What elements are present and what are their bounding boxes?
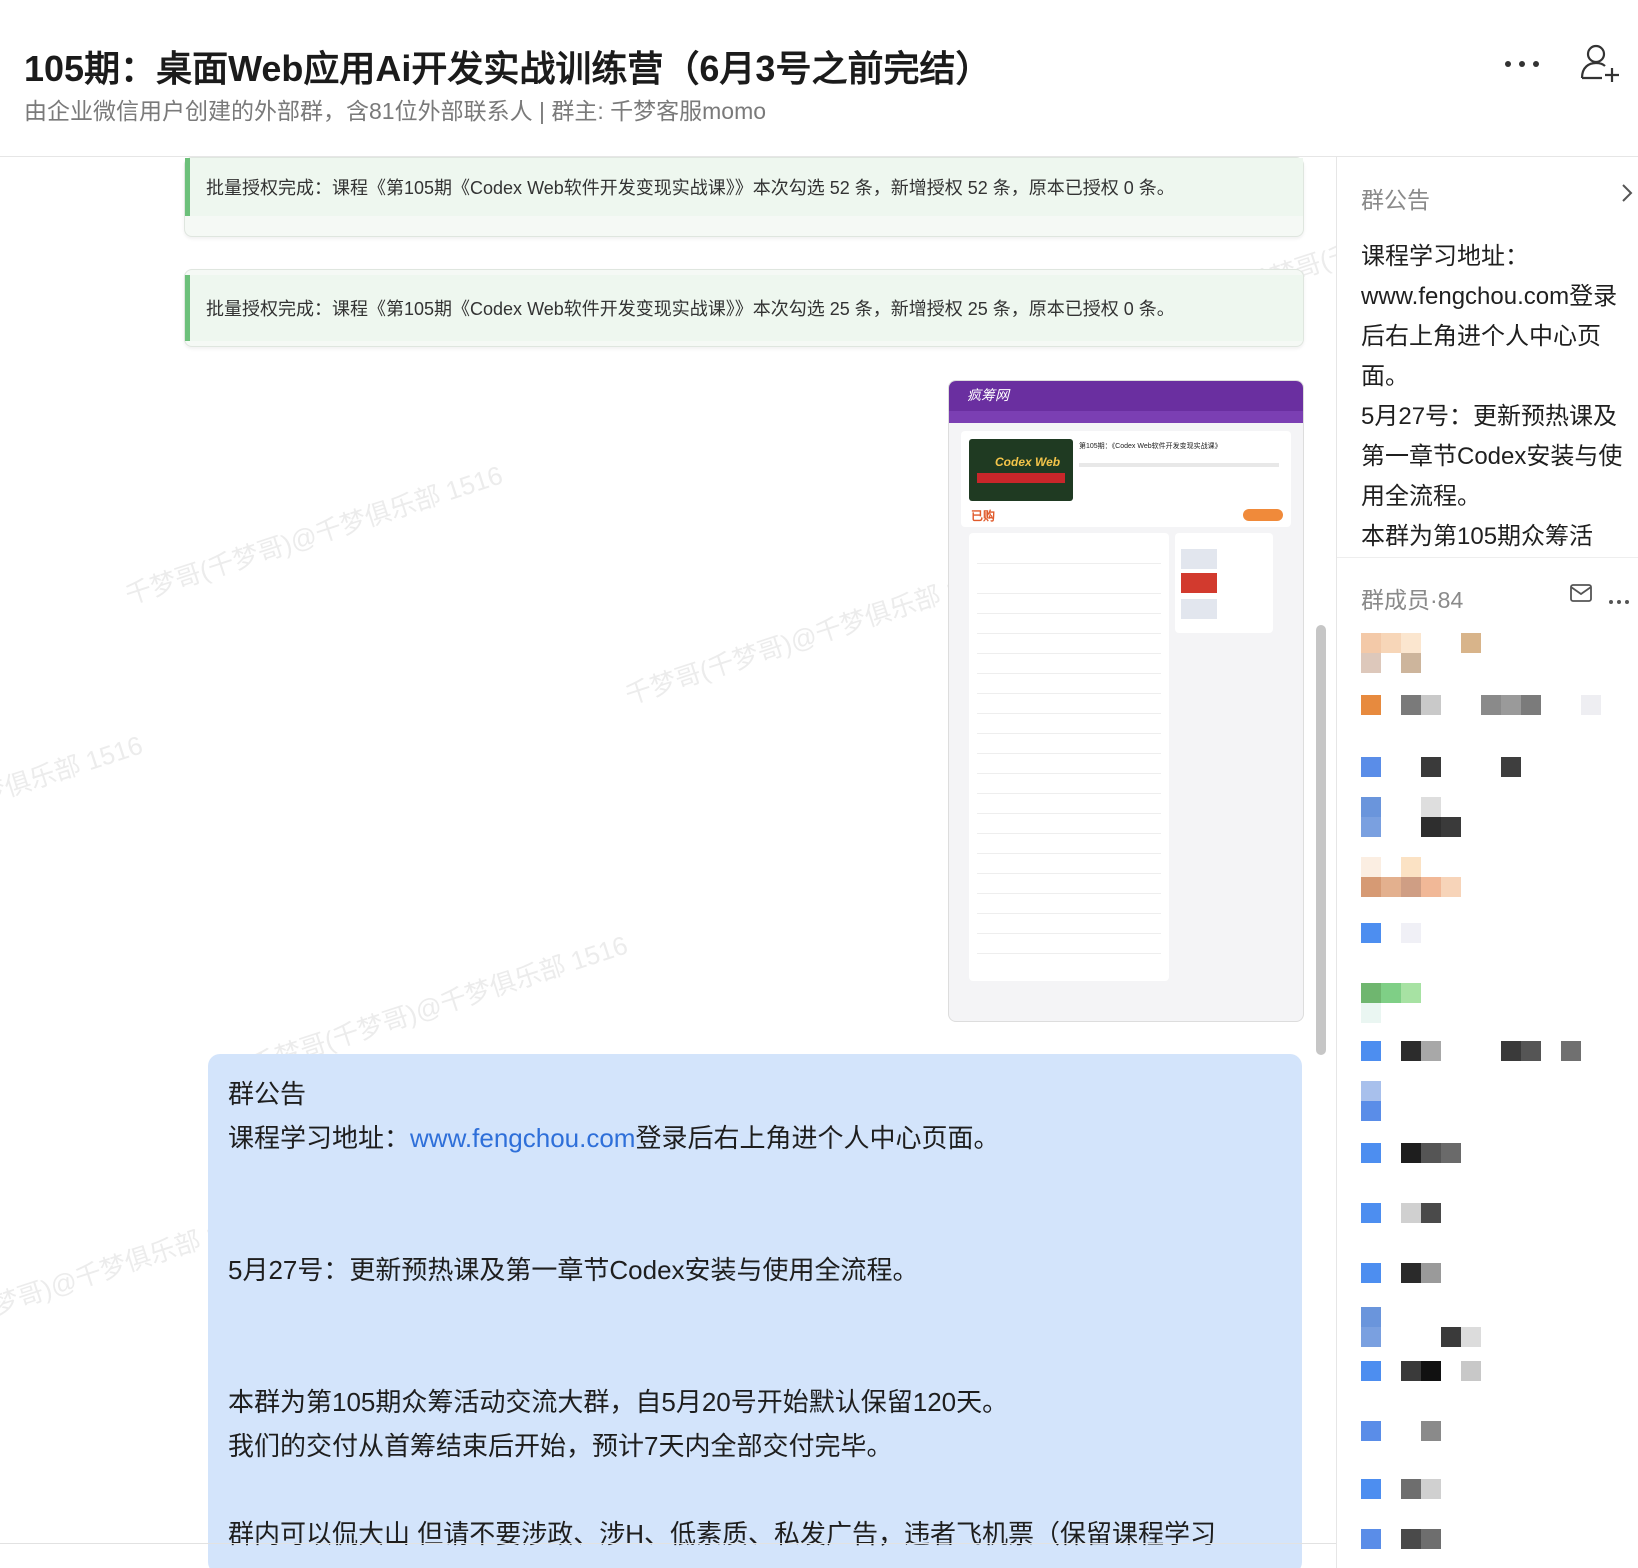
announcement-label: 群公告: [1361, 187, 1430, 213]
member-avatar[interactable]: [1361, 1143, 1631, 1183]
announcement-preview[interactable]: 课程学习地址： www.fengchou.com登录后右上角进个人中心页面。 5…: [1361, 237, 1633, 557]
site-navbar: 疯筹网: [949, 381, 1303, 411]
course-link[interactable]: www.fengchou.com: [410, 1123, 635, 1153]
banner-text: Codex Web: [995, 455, 1061, 469]
system-message: 批量授权完成：课程《第105期《Codex Web软件开发变现实战课》》本次勾选…: [184, 269, 1304, 347]
course-banner: Codex Web: [969, 439, 1073, 501]
more-dots-icon[interactable]: [1498, 44, 1546, 84]
more-dots-icon[interactable]: [1609, 591, 1635, 604]
site-logo: 疯筹网: [967, 387, 1009, 403]
system-message: 批量授权完成：课程《第105期《Codex Web软件开发变现实战课》》本次勾选…: [184, 157, 1304, 237]
member-avatar[interactable]: [1361, 1421, 1631, 1461]
watermark: 千梦哥(千梦哥)@千梦俱乐部 1516: [121, 459, 507, 611]
members-count: ·84: [1430, 587, 1464, 613]
course-title: 第105期：《Codex Web软件开发变现实战课》: [1079, 443, 1222, 450]
member-avatar[interactable]: [1361, 857, 1631, 897]
purchased-badge: 已购: [971, 509, 996, 523]
notice-line-4: 我们的交付从首筹结束后开始，预计7天内全部交付完毕。: [228, 1431, 893, 1461]
member-avatar[interactable]: [1361, 1529, 1631, 1568]
recommend-list: [1175, 533, 1273, 633]
notice-line-1-prefix: 课程学习地址：: [228, 1123, 411, 1153]
system-message-text: 批量授权完成：课程《第105期《Codex Web软件开发变现实战课》》本次勾选…: [185, 275, 1303, 341]
notice-line-1-suffix: 登录后右上角进个人中心页面。: [635, 1123, 1000, 1153]
notice-line-5: 群内可以侃大山 但请不要涉政、涉H、低素质、私发广告，违者飞机票（保留课程学习: [228, 1519, 1217, 1549]
announcement-line: 课程学习地址：: [1361, 243, 1529, 270]
watermark: 千梦哥(千梦哥)@千梦俱乐部 1516: [0, 729, 147, 881]
chat-header: 105期：桌面Web应用Ai开发实战训练营（6月3号之前完结） 由企业微信用户创…: [0, 0, 1638, 157]
chat-scrollbar[interactable]: [1316, 625, 1326, 1055]
group-title: 105期：桌面Web应用Ai开发实战训练营（6月3号之前完结）: [24, 48, 992, 89]
course-meta: [1079, 463, 1279, 467]
member-avatar[interactable]: [1361, 983, 1631, 1023]
member-avatar[interactable]: [1361, 1307, 1631, 1347]
group-subtitle: 由企业微信用户创建的外部群，含81位外部联系人 | 群主: 千梦客服momo: [24, 98, 767, 124]
chat-area: 千梦哥(千梦哥)@千梦俱乐部 1516 千梦哥(千梦哥)@千梦俱乐部 1516 …: [0, 157, 1336, 1568]
announcement-line: 5月27号：更新预热课及第一章节Codex安装与使用全流程。: [1361, 403, 1623, 510]
member-avatar[interactable]: [1361, 923, 1631, 963]
member-avatar[interactable]: [1361, 757, 1631, 797]
notice-line-3: 本群为第105期众筹活动交流大群，自5月20号开始默认保留120天。: [228, 1387, 1009, 1417]
notice-line-1: 课程学习地址：www.fengchou.com登录后右上角进个人中心页面。: [228, 1118, 999, 1155]
start-study-button: [1243, 509, 1283, 521]
notice-line-2: 5月27号：更新预热课及第一章节Codex安装与使用全流程。: [228, 1255, 919, 1285]
members-label: 群成员·84: [1361, 581, 1463, 615]
member-avatar[interactable]: [1361, 695, 1631, 735]
image-message[interactable]: 疯筹网 Codex Web 第105期：《Codex Web软件开发变现实战课》…: [948, 380, 1304, 1022]
announcement-line: www.fengchou.com登录后右上角进个人中心页面。: [1361, 283, 1618, 390]
member-avatar[interactable]: [1361, 1361, 1631, 1401]
member-avatar[interactable]: [1361, 797, 1631, 837]
site-menu: [949, 411, 1303, 423]
panel-divider: [1337, 557, 1638, 558]
banner-stripe: [977, 473, 1065, 483]
chevron-right-icon[interactable]: [1617, 181, 1637, 205]
member-avatar[interactable]: [1361, 1479, 1631, 1519]
add-user-icon[interactable]: [1578, 40, 1624, 86]
announcement-line: 本群为第105期众筹活: [1361, 523, 1594, 550]
system-message-text: 批量授权完成：课程《第105期《Codex Web软件开发变现实战课》》本次勾选…: [185, 158, 1303, 216]
member-avatar[interactable]: [1361, 1203, 1631, 1243]
mail-icon[interactable]: [1569, 581, 1593, 605]
members-title: 群成员: [1361, 587, 1430, 613]
group-notice-message: 群公告 课程学习地址：www.fengchou.com登录后右上角进个人中心页面…: [208, 1054, 1302, 1568]
member-avatar[interactable]: [1361, 1041, 1631, 1081]
purchase-bar: 已购: [961, 503, 1291, 527]
notice-heading: 群公告: [228, 1079, 307, 1109]
member-avatar[interactable]: [1361, 1263, 1631, 1303]
member-avatar[interactable]: [1361, 633, 1631, 673]
group-info-panel: 群公告 课程学习地址： www.fengchou.com登录后右上角进个人中心页…: [1336, 157, 1638, 1568]
member-avatar[interactable]: [1361, 1081, 1631, 1121]
input-divider: [0, 1543, 1336, 1544]
chapter-list: [969, 533, 1169, 981]
